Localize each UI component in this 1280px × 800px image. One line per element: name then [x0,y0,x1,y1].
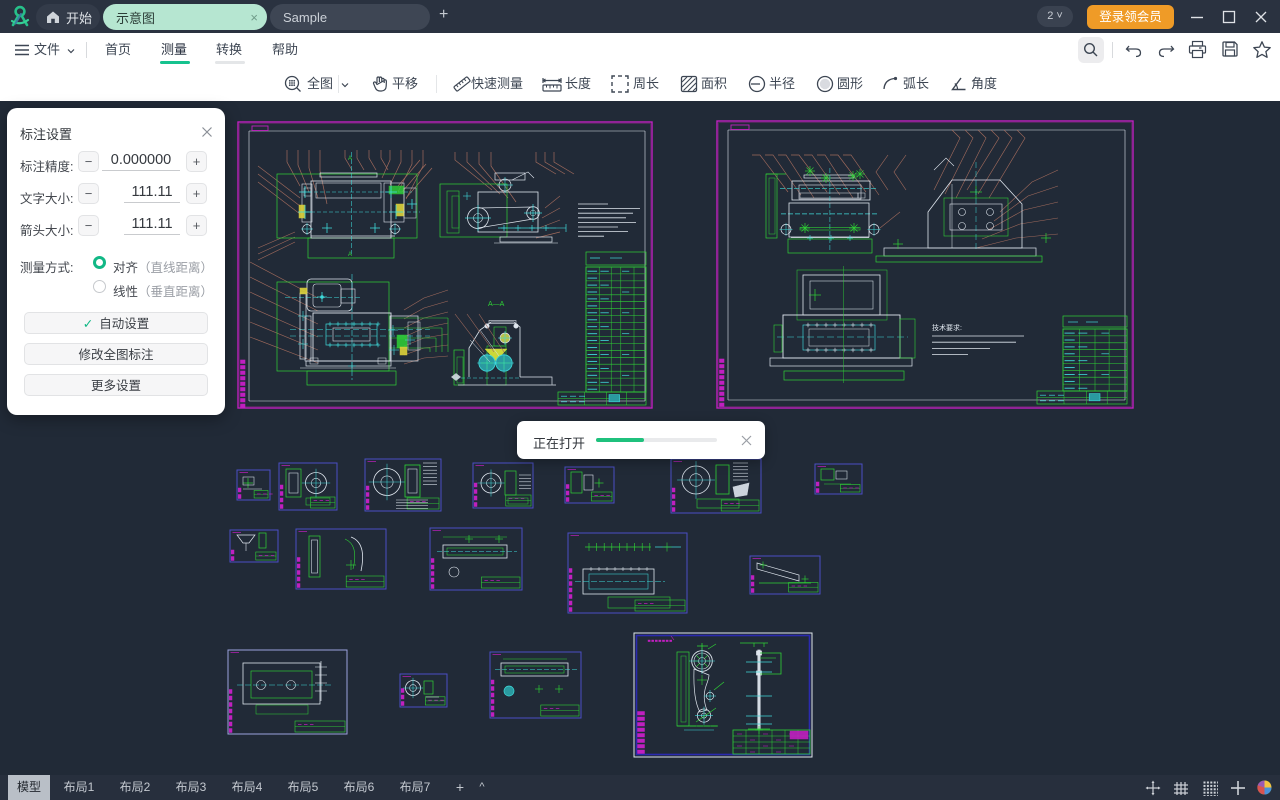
svg-text:A: A [348,156,352,162]
svg-text:技术要求:: 技术要求: [932,323,962,332]
svg-text:A: A [348,252,352,258]
svg-text:A—A: A—A [488,301,505,308]
